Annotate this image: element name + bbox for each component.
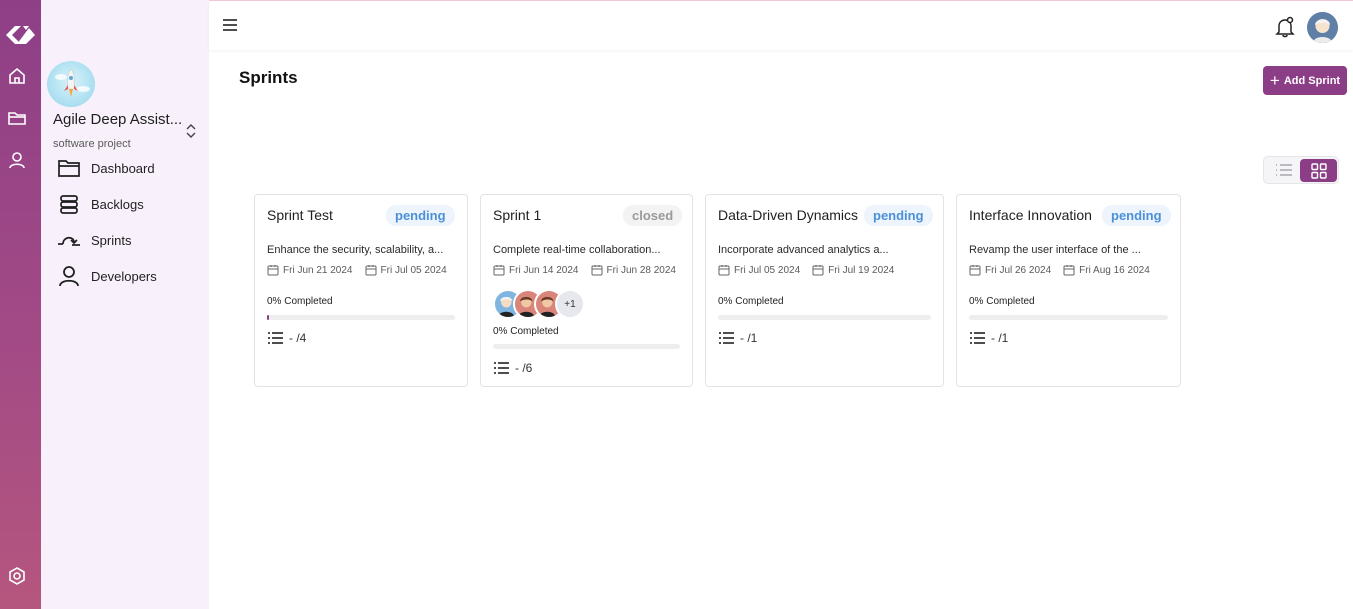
- view-toggle: [1263, 156, 1339, 184]
- sidebar-item-label: Sprints: [91, 232, 132, 248]
- progress-label: 0% Completed: [267, 296, 333, 307]
- project-type: software project: [53, 138, 131, 150]
- calendar-icon: [493, 265, 505, 276]
- sidebar-item-label: Backlogs: [91, 196, 144, 212]
- task-count: - /4: [267, 331, 306, 345]
- list-icon: [970, 332, 985, 344]
- calendar-icon: [365, 265, 376, 276]
- progress-label: 0% Completed: [718, 296, 784, 307]
- sprint-dates: Fri Jun 21 2024 Fri Jul 05 2024: [267, 264, 447, 276]
- progress-fill: [267, 315, 269, 320]
- page-title: Sprints: [239, 68, 298, 87]
- calendar-icon: [267, 265, 279, 276]
- home-icon[interactable]: [7, 66, 27, 86]
- sidebar-item-label: Dashboard: [91, 160, 155, 176]
- sprint-title: Data-Driven Dynamics: [718, 207, 859, 223]
- list-view-button[interactable]: [1269, 160, 1299, 180]
- rocket-icon: [55, 68, 90, 97]
- folder-icon[interactable]: [7, 108, 27, 128]
- sprint-card[interactable]: Sprint 1 closed Complete real-time colla…: [480, 194, 693, 387]
- end-date: Fri Jun 28 2024: [606, 264, 677, 276]
- progress-bar: [969, 315, 1168, 320]
- top-header: [209, 0, 1353, 50]
- task-count-label: - /6: [515, 361, 533, 375]
- progress-label: 0% Completed: [969, 296, 1035, 307]
- list-icon: [1276, 164, 1292, 176]
- progress-label: 0% Completed: [493, 326, 559, 337]
- progress-bar: [493, 344, 680, 349]
- sprint-card[interactable]: Interface Innovation pending Revamp the …: [956, 194, 1181, 387]
- sprint-title: Sprint Test: [267, 207, 333, 223]
- status-badge: pending: [1102, 205, 1171, 226]
- start-date: Fri Jul 26 2024: [985, 264, 1052, 276]
- grid-view-button[interactable]: [1300, 159, 1337, 182]
- hamburger-icon[interactable]: [223, 19, 237, 31]
- end-date: Fri Jul 19 2024: [828, 264, 895, 276]
- end-date: Fri Aug 16 2024: [1079, 264, 1150, 276]
- sidebar-item-developers[interactable]: Developers: [57, 264, 157, 288]
- task-count: - /6: [493, 361, 532, 375]
- list-icon: [268, 332, 283, 344]
- calendar-icon: [969, 265, 981, 276]
- start-date: Fri Jun 21 2024: [283, 264, 353, 276]
- sprint-dates: Fri Jul 26 2024 Fri Aug 16 2024: [969, 264, 1150, 276]
- app-rail: [0, 0, 41, 609]
- sprint-description: Enhance the security, scalability, a...: [267, 244, 444, 256]
- sprint-title: Sprint 1: [493, 207, 542, 223]
- list-icon: [494, 362, 509, 374]
- calendar-icon: [1063, 265, 1075, 276]
- person-icon: [59, 266, 79, 287]
- project-sidebar: Agile Deep Assist... software project Da…: [41, 0, 209, 609]
- task-count-label: - /1: [740, 331, 758, 345]
- sidebar-item-backlogs[interactable]: Backlogs: [57, 192, 144, 216]
- progress-bar: [718, 315, 931, 320]
- sidebar-item-label: Developers: [91, 268, 157, 284]
- avatar-illustration: [1307, 12, 1338, 43]
- sidebar-item-sprints[interactable]: Sprints: [57, 228, 131, 252]
- sprint-dates: Fri Jul 05 2024 Fri Jul 19 2024: [718, 264, 894, 276]
- user-icon[interactable]: [7, 150, 27, 170]
- task-count-label: - /1: [991, 331, 1009, 345]
- add-sprint-button[interactable]: + Add Sprint: [1263, 66, 1347, 95]
- sprint-card[interactable]: Data-Driven Dynamics pending Incorporate…: [705, 194, 944, 387]
- start-date: Fri Jun 14 2024: [509, 264, 579, 276]
- more-members-badge[interactable]: +1: [555, 289, 585, 319]
- sprint-card[interactable]: Sprint Test pending Enhance the security…: [254, 194, 468, 387]
- sprint-dates: Fri Jun 14 2024 Fri Jun 28 2024: [493, 264, 676, 276]
- user-avatar[interactable]: [1307, 12, 1338, 43]
- plus-icon: +: [1269, 71, 1280, 90]
- task-count-label: - /4: [289, 331, 307, 345]
- stack-icon: [60, 195, 78, 214]
- start-date: Fri Jul 05 2024: [734, 264, 801, 276]
- calendar-icon: [718, 265, 730, 276]
- logo-icon[interactable]: [3, 20, 38, 50]
- status-badge: pending: [386, 205, 455, 226]
- status-badge: closed: [623, 205, 683, 226]
- calendar-icon: [591, 265, 602, 276]
- status-badge: pending: [864, 205, 933, 226]
- settings-icon[interactable]: [7, 566, 27, 586]
- folder-icon: [58, 160, 80, 177]
- project-avatar[interactable]: [47, 61, 95, 107]
- grid-icon: [1310, 162, 1327, 179]
- sprint-title: Interface Innovation: [969, 207, 1092, 223]
- sidebar-item-dashboard[interactable]: Dashboard: [57, 156, 155, 180]
- progress-bar: [267, 315, 455, 320]
- task-count: - /1: [969, 331, 1008, 345]
- list-icon: [719, 332, 734, 344]
- calendar-icon: [812, 265, 824, 276]
- bell-icon[interactable]: [1275, 16, 1295, 38]
- task-count: - /1: [718, 331, 757, 345]
- end-date: Fri Jul 05 2024: [380, 264, 447, 276]
- sprint-description: Revamp the user interface of the ...: [969, 244, 1141, 256]
- sprint-description: Incorporate advanced analytics a...: [718, 244, 889, 256]
- sprint-arrow-icon: [58, 236, 80, 246]
- chevron-up-down-icon[interactable]: [184, 123, 198, 139]
- sprint-description: Complete real-time collaboration...: [493, 244, 661, 256]
- project-name[interactable]: Agile Deep Assist...: [53, 111, 182, 128]
- add-sprint-label: Add Sprint: [1283, 74, 1341, 87]
